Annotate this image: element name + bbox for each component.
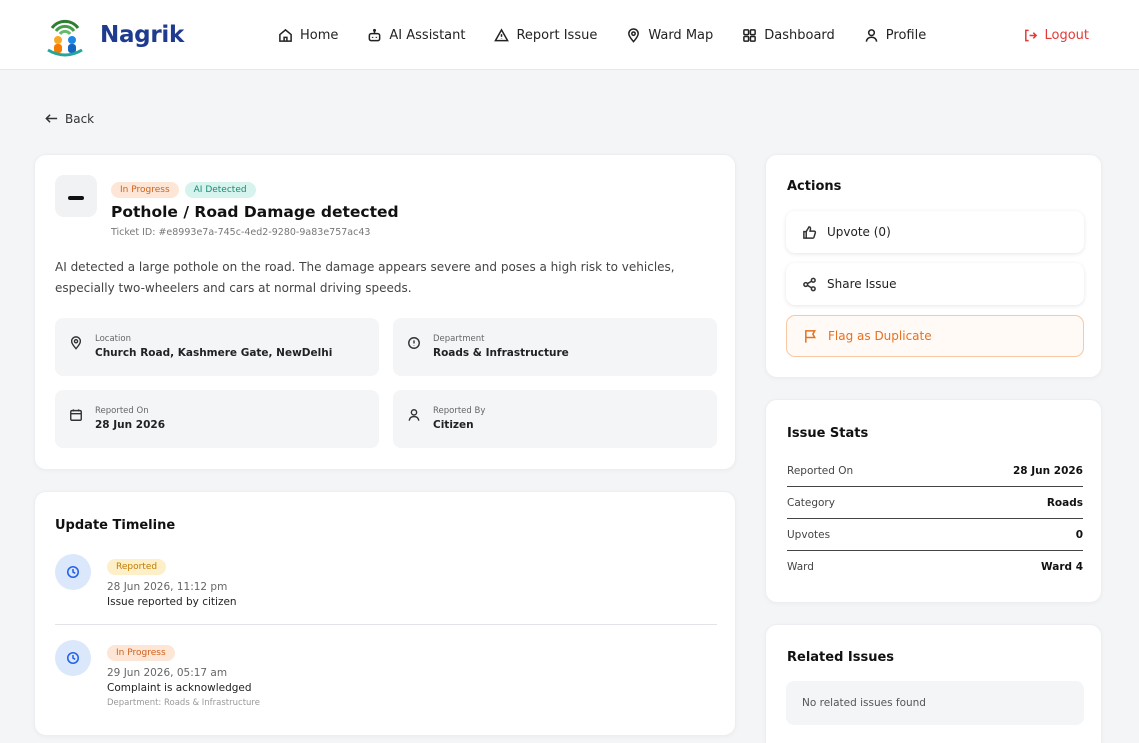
location-label: Location [95, 334, 131, 344]
logout-button[interactable]: Logout [1023, 0, 1089, 70]
timeline-date: 29 Jun 2026, 05:17 am [107, 667, 228, 679]
stat-value: 28 Jun 2026 [1012, 464, 1083, 477]
timeline-text: Complaint is acknowledged [107, 682, 252, 694]
related-empty-state: No related issues found [786, 681, 1084, 725]
stat-key: Category [787, 496, 835, 509]
timeline-text: Issue reported by citizen [107, 596, 237, 608]
upvote-button[interactable]: Upvote (0) [786, 211, 1084, 253]
ticket-id: Ticket ID: #e8993e7a-745c-4ed2-9280-9a83… [111, 227, 371, 238]
share-issue-label: Share Issue [827, 277, 897, 291]
info-circle-icon [408, 337, 420, 349]
clock-icon [66, 651, 80, 665]
stat-key: Reported On [787, 464, 854, 477]
user-icon [865, 28, 878, 42]
reported-by-value: Citizen [433, 419, 474, 431]
reported-by-info: Reported By Citizen [393, 390, 717, 448]
nav-home-label: Home [300, 27, 339, 43]
stats-title: Issue Stats [787, 426, 869, 441]
nagrik-logo-icon [40, 10, 90, 60]
nav-home[interactable]: Home [278, 28, 338, 43]
top-navbar: Nagrik Home AI Assistant Report Issue Wa… [0, 0, 1139, 70]
department-label: Department [433, 334, 485, 344]
timeline-date: 28 Jun 2026, 11:12 pm [107, 581, 228, 593]
brand-name: Nagrik [100, 22, 184, 48]
logout-label: Logout [1044, 27, 1089, 43]
flag-duplicate-label: Flag as Duplicate [828, 329, 932, 343]
stat-value: Ward 4 [1041, 561, 1083, 573]
issue-description: AI detected a large pothole on the road.… [55, 260, 675, 295]
nav-dashboard[interactable]: Dashboard [742, 28, 835, 43]
stat-row: Upvotes 0 [787, 519, 1083, 551]
stat-key: Upvotes [787, 528, 831, 541]
nav-ai-assistant-label: AI Assistant [389, 27, 466, 43]
pothole-icon [68, 196, 84, 200]
issue-badges: In Progress AI Detected [111, 177, 262, 198]
logo[interactable]: Nagrik [40, 10, 184, 60]
ai-detected-badge: AI Detected [184, 182, 256, 198]
timeline-badge: Reported [107, 559, 167, 575]
user-icon [408, 409, 420, 421]
thumbs-up-icon [803, 225, 817, 239]
stat-row: Category Roads [787, 487, 1083, 519]
upvote-label: Upvote (0) [827, 225, 891, 239]
robot-icon [368, 28, 381, 41]
nav-profile[interactable]: Profile [864, 28, 926, 43]
timeline-badge: In Progress [107, 645, 175, 661]
issue-title: Pothole / Road Damage detected [111, 203, 399, 221]
actions-title: Actions [787, 179, 842, 194]
share-icon [803, 277, 816, 291]
back-label: Back [65, 111, 95, 126]
issue-image-thumbnail [55, 175, 97, 217]
department-info: Department Roads & Infrastructure [393, 318, 717, 376]
stat-value: Roads [1046, 496, 1083, 509]
timeline-divider [55, 624, 717, 625]
map-pin-icon [70, 336, 82, 350]
calendar-icon [70, 409, 82, 421]
update-timeline-card: Update Timeline Reported 28 Jun 2026, 11… [34, 491, 736, 736]
actions-card: Actions Upvote (0) Share Issue Flag as D… [765, 154, 1102, 378]
timeline-clock [55, 554, 91, 590]
timeline-title: Update Timeline [55, 518, 176, 533]
nav-links: Home AI Assistant Report Issue Ward Map … [278, 0, 955, 70]
stat-value: 0 [1075, 528, 1083, 541]
nav-ai-assistant[interactable]: AI Assistant [367, 28, 465, 43]
nav-ward-map[interactable]: Ward Map [626, 28, 713, 43]
back-button[interactable]: Back [44, 111, 94, 126]
department-value: Roads & Infrastructure [433, 347, 569, 359]
issue-detail-card: In Progress AI Detected Pothole / Road Da… [34, 154, 736, 470]
related-issues-card: Related Issues No related issues found [765, 624, 1102, 743]
stat-key: Ward [787, 561, 814, 573]
nav-report-issue[interactable]: Report Issue [494, 28, 597, 43]
warning-icon [494, 27, 510, 41]
reported-on-info: Reported On 28 Jun 2026 [55, 390, 379, 448]
arrow-left-icon [45, 114, 58, 123]
share-issue-button[interactable]: Share Issue [786, 263, 1084, 305]
related-title: Related Issues [787, 650, 895, 665]
flag-icon [805, 329, 817, 343]
flag-duplicate-button[interactable]: Flag as Duplicate [786, 315, 1084, 357]
stat-row: Reported On 28 Jun 2026 [787, 455, 1083, 487]
stat-row: Ward Ward 4 [787, 551, 1083, 583]
nav-profile-label: Profile [885, 27, 927, 43]
map-pin-icon [628, 27, 640, 43]
location-info: Location Church Road, Kashmere Gate, New… [55, 318, 379, 376]
nav-report-issue-label: Report Issue [516, 27, 598, 43]
timeline-department: Department: Roads & Infrastructure [107, 698, 260, 708]
reported-by-label: Reported By [433, 406, 486, 416]
grid-icon [743, 28, 757, 42]
issue-stats-card: Issue Stats Reported On 28 Jun 2026 Cate… [765, 399, 1102, 603]
logout-icon [1025, 29, 1038, 41]
nav-dashboard-label: Dashboard [764, 27, 835, 43]
timeline-clock [55, 640, 91, 676]
status-badge: In Progress [111, 182, 179, 198]
clock-icon [66, 565, 80, 579]
reported-on-label: Reported On [95, 406, 149, 416]
nav-ward-map-label: Ward Map [648, 27, 714, 43]
reported-on-value: 28 Jun 2026 [95, 419, 166, 431]
location-value: Church Road, Kashmere Gate, NewDelhi [95, 347, 333, 359]
home-icon [279, 28, 292, 42]
